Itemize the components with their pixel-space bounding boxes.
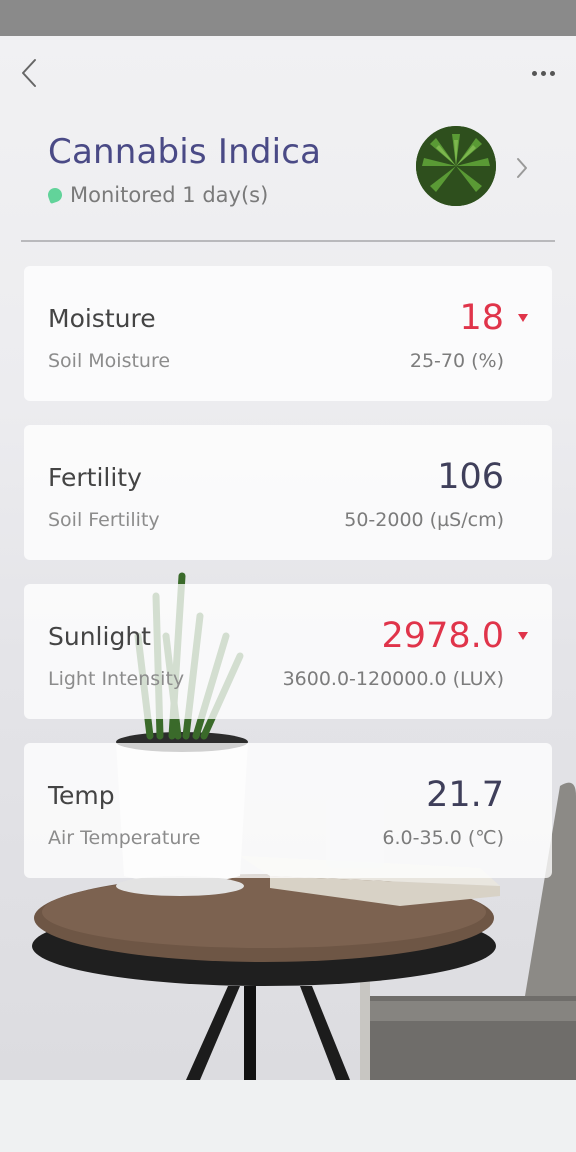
monitor-status-text: Monitored 1 day(s)	[70, 183, 269, 207]
metric-value: 106	[437, 457, 504, 497]
down-arrow-icon	[518, 314, 528, 322]
metric-subtitle: Air Temperature	[48, 827, 201, 849]
table-leg	[300, 986, 350, 1080]
chevron-right-icon	[517, 158, 527, 178]
table-leg	[244, 986, 256, 1080]
plant-photo	[416, 126, 496, 206]
metric-card-sunlight[interactable]: Sunlight Light Intensity 2978.0 3600.0-1…	[24, 584, 552, 719]
plant-name: Cannabis Indica	[48, 132, 322, 172]
down-arrow-icon	[518, 632, 528, 640]
metric-range: 50-2000 (µS/cm)	[344, 509, 504, 531]
table-leg	[186, 986, 240, 1080]
metric-card-fertility[interactable]: Fertility Soil Fertility 106 50-2000 (µS…	[24, 425, 552, 560]
metric-title: Fertility	[48, 463, 142, 492]
metric-title: Sunlight	[48, 622, 151, 651]
metric-subtitle: Soil Moisture	[48, 350, 171, 372]
metric-value: 2978.0	[381, 616, 504, 656]
metric-card-temp[interactable]: Temp Air Temperature 21.7 6.0-35.0 (℃)	[24, 743, 552, 878]
metric-value: 21.7	[426, 775, 504, 815]
metric-title: Moisture	[48, 304, 156, 333]
metric-range: 25-70 (%)	[409, 350, 504, 372]
metric-range: 3600.0-120000.0 (LUX)	[282, 668, 504, 690]
back-button[interactable]	[14, 56, 44, 90]
plant-detail-screen: Cannabis Indica Monitored 1 day(s) Moist…	[0, 36, 576, 1080]
metric-range: 6.0-35.0 (℃)	[382, 827, 504, 849]
more-dots-icon	[531, 70, 537, 76]
plant-detail-chevron[interactable]	[508, 154, 536, 182]
metric-title: Temp	[48, 781, 115, 810]
metric-card-moisture[interactable]: Moisture Soil Moisture 18 25-70 (%)	[24, 266, 552, 401]
metric-subtitle: Light Intensity	[48, 668, 185, 690]
leaf-icon	[46, 186, 64, 204]
bottom-blank-area	[0, 1080, 576, 1152]
plant-avatar[interactable]	[416, 126, 496, 206]
metric-subtitle: Soil Fertility	[48, 509, 160, 531]
status-bar	[0, 0, 576, 36]
metric-value: 18	[459, 298, 504, 338]
more-options-button[interactable]	[522, 62, 564, 84]
monitor-status: Monitored 1 day(s)	[46, 181, 269, 209]
header-divider	[21, 240, 555, 242]
chevron-left-icon	[22, 59, 36, 87]
